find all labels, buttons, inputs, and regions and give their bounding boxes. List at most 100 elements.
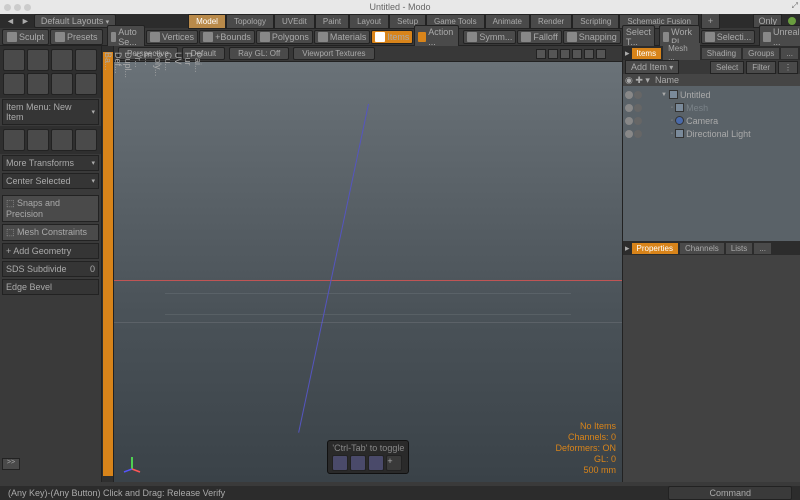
item-menu-dropdown[interactable]: Item Menu: New Item▾ [2, 99, 99, 125]
vtab-6[interactable]: Cu... [163, 52, 173, 476]
selection-button[interactable]: Selecti... [701, 30, 756, 44]
hint-label: 'Ctrl-Tab' to toggle [332, 443, 404, 453]
tab-shading[interactable]: Shading [702, 48, 741, 59]
scene-tree[interactable]: ▼ Untitled◦ Mesh◦ Camera◦ Directional Li… [623, 86, 800, 241]
vp-icon-3[interactable] [560, 49, 570, 59]
add-item-button[interactable]: Add Item ▾ [625, 60, 679, 74]
tab-lists[interactable]: Lists [726, 243, 752, 254]
workspace-tab-topology[interactable]: Topology [226, 14, 274, 29]
workspace-tab-layout[interactable]: Layout [349, 14, 389, 29]
workspace-tab-scripting[interactable]: Scripting [572, 14, 619, 29]
more-transforms-dropdown[interactable]: More Transforms▾ [2, 155, 99, 171]
tab-properties[interactable]: Properties [632, 243, 678, 254]
expand-icon[interactable]: ▸ [625, 243, 630, 254]
vtab-9[interactable]: Pai... [193, 52, 203, 476]
center-selected-dropdown[interactable]: Center Selected▾ [2, 173, 99, 189]
history-back-icon[interactable]: ◄ [4, 16, 17, 26]
options-icon[interactable]: ⋮ [778, 61, 798, 74]
vtab-3[interactable]: Vr... [133, 52, 143, 476]
sculpt-button[interactable]: Sculpt [2, 29, 49, 45]
materials-button[interactable]: Materials [314, 30, 371, 44]
tree-item-directional-light[interactable]: ◦ Directional Light [625, 127, 798, 140]
tab-groups[interactable]: Groups [743, 48, 779, 59]
tree-item-untitled[interactable]: ▼ Untitled [625, 88, 798, 101]
autoselect-button[interactable]: Auto Se... [107, 25, 146, 49]
tool-b2[interactable] [27, 129, 49, 151]
workspace-tab-uvedit[interactable]: UVEdit [274, 14, 315, 29]
mesh-constraints-button[interactable]: ⬚ Mesh Constraints [2, 224, 99, 241]
vp-icon-2[interactable] [548, 49, 558, 59]
vtab-5[interactable]: Poly... [153, 52, 163, 476]
expand-icon[interactable]: ▸ [625, 48, 630, 59]
workspace-tab-model[interactable]: Model [188, 14, 226, 29]
vtab-7[interactable]: UV [173, 52, 183, 476]
workspace-tab-paint[interactable]: Paint [315, 14, 349, 29]
presets-button[interactable]: Presets [50, 29, 103, 45]
tool-6[interactable] [27, 73, 49, 95]
workspace-tab-animate[interactable]: Animate [485, 14, 530, 29]
tab-prop-more[interactable]: ... [754, 243, 771, 254]
vp-icon-6[interactable] [596, 49, 606, 59]
vp-icon-4[interactable] [572, 49, 582, 59]
hint-icon-plus[interactable]: + [386, 455, 402, 471]
properties-panel [623, 255, 800, 482]
tool-4[interactable] [75, 49, 97, 71]
tool-b3[interactable] [51, 129, 73, 151]
workspace-tab-render[interactable]: Render [530, 14, 572, 29]
raygl-toggle[interactable]: Ray GL: Off [229, 47, 289, 60]
hint-icon-1[interactable] [332, 455, 348, 471]
select-button[interactable]: Select [710, 61, 744, 74]
vp-icon-1[interactable] [536, 49, 546, 59]
polygons-button[interactable]: Polygons [256, 30, 313, 44]
tab-channels[interactable]: Channels [680, 243, 724, 254]
filter-button[interactable]: Filter [746, 61, 776, 74]
textures-dropdown[interactable]: Viewport Textures [293, 47, 374, 60]
edge-bevel-row[interactable]: Edge Bevel [2, 279, 99, 295]
vertical-tabs[interactable]: Ba...Def...Dupl...Vr...E...Poly...Cu...U… [102, 46, 114, 482]
hint-icon-2[interactable] [350, 455, 366, 471]
select-through-button[interactable]: Select T... [622, 25, 655, 49]
sds-subdivide-row[interactable]: SDS Subdivide0 [2, 261, 99, 277]
tool-1[interactable] [3, 49, 25, 71]
symmetry-button[interactable]: Symm... [463, 30, 516, 44]
tool-5[interactable] [3, 73, 25, 95]
tab-items[interactable]: Items [632, 48, 662, 59]
items-button[interactable]: Items [371, 30, 413, 44]
tool-3[interactable] [51, 49, 73, 71]
item-list-toolbar: Add Item ▾ Select Filter ⋮ [623, 60, 800, 74]
vtab-0[interactable]: Ba... [103, 52, 113, 476]
tool-2[interactable] [27, 49, 49, 71]
command-input[interactable]: Command [668, 486, 792, 500]
statusbar: (Any Key)-(Any Button) Click and Drag: R… [0, 486, 800, 500]
vtab-4[interactable]: E... [143, 52, 153, 476]
snaps-precision-button[interactable]: ⬚ Snaps and Precision [2, 195, 99, 222]
add-geometry-header[interactable]: + Add Geometry [2, 243, 99, 259]
tool-b1[interactable] [3, 129, 25, 151]
vtab-1[interactable]: Def... [113, 52, 123, 476]
window-controls[interactable] [4, 4, 31, 11]
tool-7[interactable] [51, 73, 73, 95]
expand-button[interactable]: >> [2, 458, 20, 470]
history-fwd-icon[interactable]: ► [19, 16, 32, 26]
vertices-button[interactable]: Vertices [146, 30, 198, 44]
titlebar: Untitled - Modo [0, 0, 800, 14]
snapping-button[interactable]: Snapping [563, 30, 621, 44]
vtab-2[interactable]: Dupl... [123, 52, 133, 476]
unreal-button[interactable]: Unreal ... [759, 25, 800, 49]
hint-icon-3[interactable] [368, 455, 384, 471]
bounds-button[interactable]: +Bounds [199, 30, 255, 44]
tool-8[interactable] [75, 73, 97, 95]
add-tab-button[interactable]: + [701, 13, 720, 29]
vtab-8[interactable]: Fur [183, 52, 193, 476]
tree-item-camera[interactable]: ◦ Camera [625, 114, 798, 127]
popout-icon[interactable]: ⤢ [792, 1, 798, 11]
tool-b4[interactable] [75, 129, 97, 151]
tree-item-mesh[interactable]: ◦ Mesh [625, 101, 798, 114]
status-dot-icon [788, 17, 796, 25]
layouts-dropdown[interactable]: Default Layouts ▾ [34, 14, 116, 28]
tool-palette-2 [0, 126, 101, 154]
falloff-button[interactable]: Falloff [517, 30, 561, 44]
tab-more[interactable]: ... [781, 48, 798, 59]
vp-icon-5[interactable] [584, 49, 594, 59]
action-button[interactable]: Action ... [414, 25, 459, 49]
